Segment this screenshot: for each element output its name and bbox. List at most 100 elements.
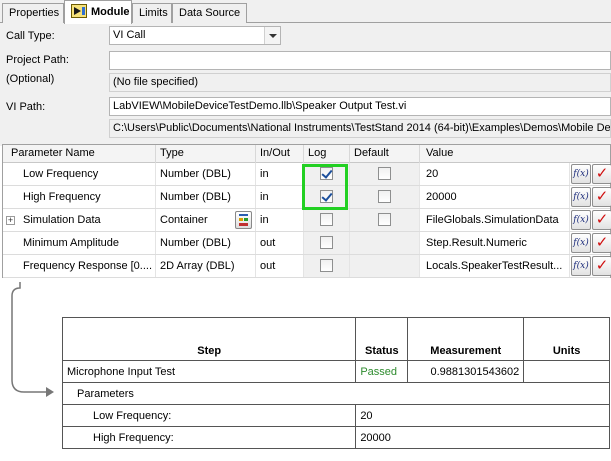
param-type: Number (DBL) bbox=[156, 186, 256, 208]
col-value[interactable]: Value bbox=[420, 145, 610, 163]
project-path-status: (No file specified) bbox=[109, 73, 611, 92]
param-inout: out bbox=[256, 255, 304, 277]
param-inout: in bbox=[256, 163, 304, 185]
expression-builder-button[interactable]: f(x) bbox=[571, 256, 591, 276]
col-log[interactable]: Log bbox=[304, 145, 350, 163]
default-checkbox[interactable] bbox=[378, 213, 391, 226]
param-name: Minimum Amplitude bbox=[3, 232, 156, 254]
table-row[interactable]: + Simulation Data Container in FileGloba… bbox=[3, 209, 611, 232]
report-parameters-row: Parameters bbox=[62, 382, 610, 405]
param-name: Low Frequency bbox=[3, 163, 156, 185]
param-type: Number (DBL) bbox=[156, 163, 256, 185]
log-checkbox[interactable] bbox=[320, 259, 333, 272]
report-param-row: High Frequency: 20000 bbox=[61, 426, 610, 449]
report-param-row: Low Frequency: 20 bbox=[61, 404, 610, 427]
vi-path-full-text: C:\Users\Public\Documents\National Instr… bbox=[113, 122, 611, 134]
call-type-label: Call Type: bbox=[6, 30, 55, 42]
grid-header: Parameter Name Type In/Out Log Default V… bbox=[3, 145, 610, 163]
parameters-grid: Parameter Name Type In/Out Log Default V… bbox=[2, 144, 611, 278]
default-cell bbox=[350, 255, 420, 277]
param-name: Simulation Data bbox=[3, 209, 156, 231]
param-name: High Frequency bbox=[3, 186, 156, 208]
tab-bar: Properties Module Limits Data Source bbox=[0, 0, 611, 24]
optional-label: (Optional) bbox=[6, 73, 55, 85]
col-type[interactable]: Type bbox=[156, 145, 256, 163]
tab-properties-label: Properties bbox=[9, 7, 60, 19]
container-icon[interactable] bbox=[235, 211, 252, 229]
report-col-units: Units bbox=[523, 317, 610, 361]
report-table: Step Status Measurement Units Microphone… bbox=[61, 317, 610, 449]
param-value[interactable]: Step.Result.Numeric bbox=[420, 232, 570, 254]
param-name: Frequency Response [0.... bbox=[3, 255, 156, 277]
col-default[interactable]: Default bbox=[350, 145, 420, 163]
project-path-label: Project Path: bbox=[6, 54, 69, 66]
default-cell bbox=[350, 232, 420, 254]
param-inout: in bbox=[256, 186, 304, 208]
col-parameter-name[interactable]: Parameter Name bbox=[3, 145, 156, 163]
call-type-select[interactable]: VI Call bbox=[109, 26, 281, 45]
project-path-status-text: (No file specified) bbox=[113, 76, 198, 88]
tab-properties[interactable]: Properties bbox=[2, 3, 64, 23]
report-parameters-label: Parameters bbox=[62, 382, 610, 405]
log-checkbox[interactable] bbox=[320, 167, 333, 180]
log-checkbox[interactable] bbox=[320, 190, 333, 203]
expression-builder-button[interactable]: f(x) bbox=[571, 233, 591, 253]
tab-limits-label: Limits bbox=[139, 7, 168, 19]
vi-path-full: C:\Users\Public\Documents\National Instr… bbox=[109, 119, 611, 138]
param-inout: out bbox=[256, 232, 304, 254]
table-row[interactable]: High Frequency Number (DBL) in 20000 f(x… bbox=[3, 186, 611, 209]
tab-limits[interactable]: Limits bbox=[132, 3, 172, 23]
check-expression-button[interactable]: ✓ bbox=[592, 164, 611, 184]
report-param-name: Low Frequency: bbox=[61, 404, 357, 427]
report-units bbox=[523, 360, 610, 383]
report-step-name: Microphone Input Test bbox=[61, 360, 357, 383]
log-cell bbox=[304, 186, 350, 208]
log-checkbox[interactable] bbox=[320, 213, 333, 226]
chevron-down-icon[interactable] bbox=[264, 27, 280, 44]
check-expression-button[interactable]: ✓ bbox=[592, 187, 611, 207]
report-col-step: Step bbox=[61, 317, 357, 361]
status-badge: Passed bbox=[355, 360, 409, 383]
vi-path-value: LabVIEW\MobileDeviceTestDemo.llb\Speaker… bbox=[113, 100, 407, 112]
expression-builder-button[interactable]: f(x) bbox=[571, 164, 591, 184]
tab-data-source-label: Data Source bbox=[179, 7, 241, 19]
table-row[interactable]: Frequency Response [0.... 2D Array (DBL)… bbox=[3, 255, 611, 278]
check-expression-button[interactable]: ✓ bbox=[592, 210, 611, 230]
report-param-value: 20000 bbox=[355, 426, 610, 449]
default-cell bbox=[350, 163, 420, 185]
check-expression-button[interactable]: ✓ bbox=[592, 256, 611, 276]
module-settings-panel: Call Type: VI Call Project Path: (Option… bbox=[0, 23, 611, 146]
check-expression-button[interactable]: ✓ bbox=[592, 233, 611, 253]
vi-path-label: VI Path: bbox=[6, 101, 46, 113]
default-checkbox[interactable] bbox=[378, 167, 391, 180]
log-checkbox[interactable] bbox=[320, 236, 333, 249]
default-checkbox[interactable] bbox=[378, 190, 391, 203]
report-step-row: Microphone Input Test Passed 0.988130154… bbox=[61, 360, 610, 383]
log-cell bbox=[304, 255, 350, 277]
log-cell bbox=[304, 232, 350, 254]
connector-arrow-icon bbox=[11, 282, 54, 397]
project-path-input[interactable] bbox=[109, 51, 611, 70]
vi-path-input[interactable]: LabVIEW\MobileDeviceTestDemo.llb\Speaker… bbox=[109, 97, 611, 116]
log-cell bbox=[304, 163, 350, 185]
param-value[interactable]: 20 bbox=[420, 163, 570, 185]
param-value[interactable]: FileGlobals.SimulationData bbox=[420, 209, 570, 231]
tab-module[interactable]: Module bbox=[64, 0, 132, 24]
expression-builder-button[interactable]: f(x) bbox=[571, 210, 591, 230]
report-col-status: Status bbox=[355, 317, 409, 361]
labview-vi-icon bbox=[71, 4, 87, 18]
report-header-row: Step Status Measurement Units bbox=[61, 317, 610, 361]
log-cell bbox=[304, 209, 350, 231]
param-value[interactable]: 20000 bbox=[420, 186, 570, 208]
report-param-value: 20 bbox=[355, 404, 610, 427]
table-row[interactable]: Low Frequency Number (DBL) in 20 f(x) ✓ bbox=[3, 163, 611, 186]
default-cell bbox=[350, 209, 420, 231]
table-row[interactable]: Minimum Amplitude Number (DBL) out Step.… bbox=[3, 232, 611, 255]
report-measurement: 0.9881301543602 bbox=[407, 360, 525, 383]
col-inout[interactable]: In/Out bbox=[256, 145, 304, 163]
tab-data-source[interactable]: Data Source bbox=[172, 3, 247, 23]
param-value[interactable]: Locals.SpeakerTestResult... bbox=[420, 255, 570, 277]
tab-module-label: Module bbox=[91, 6, 130, 18]
expression-builder-button[interactable]: f(x) bbox=[571, 187, 591, 207]
param-inout: in bbox=[256, 209, 304, 231]
